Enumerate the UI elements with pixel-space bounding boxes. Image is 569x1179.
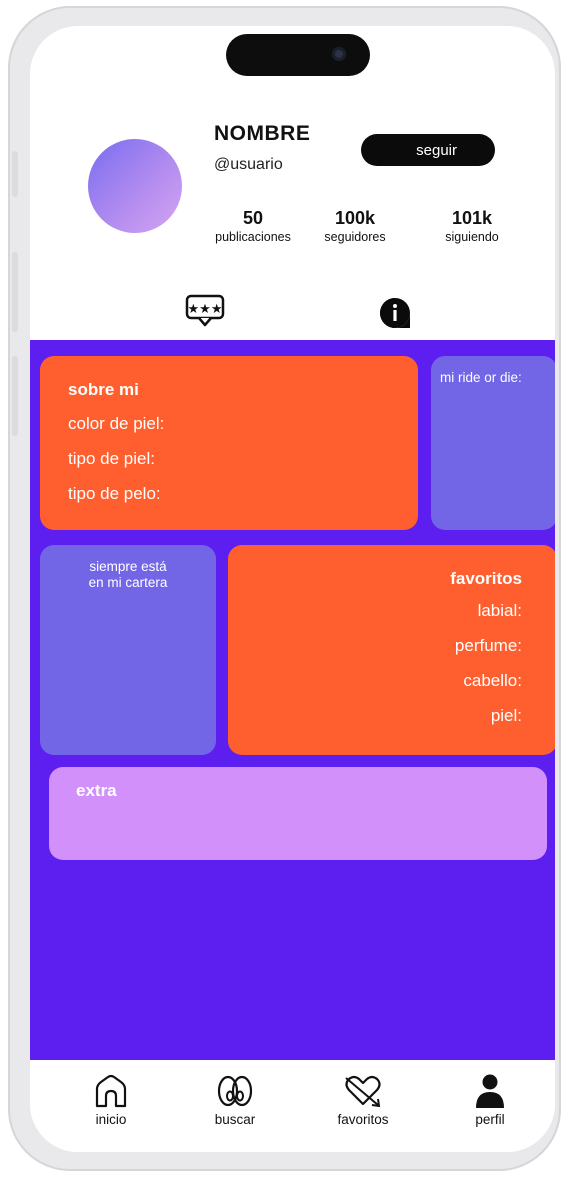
camera-icon xyxy=(332,47,346,61)
volume-down-button xyxy=(12,356,18,436)
favorite-hair-label: cabello: xyxy=(463,671,522,690)
extra-card: extra xyxy=(49,767,547,860)
extra-title: extra xyxy=(76,781,117,800)
purse-title-line2: en mi cartera xyxy=(88,575,168,590)
person-icon xyxy=(476,1074,504,1108)
stat-posts-value: 50 xyxy=(242,208,264,228)
avatar[interactable] xyxy=(88,139,182,233)
favorite-lipstick-label: labial: xyxy=(477,601,522,620)
stat-following[interactable]: 101k siguiendo xyxy=(430,208,514,244)
stat-posts[interactable]: 50 publicaciones xyxy=(198,208,308,244)
mute-switch xyxy=(12,151,18,197)
volume-up-button xyxy=(12,252,18,332)
profile-name: NOMBRE xyxy=(214,122,311,145)
rating-message-icon: ★★★ xyxy=(185,294,225,327)
profile-content: sobre mi color de piel: tipo de piel: ti… xyxy=(30,340,555,1060)
favorite-perfume-label: perfume: xyxy=(454,636,522,655)
purse-card: siempre está en mi cartera xyxy=(40,545,216,755)
ride-or-die-card: mi ride or die: xyxy=(431,356,555,530)
hair-type-label: tipo de pelo: xyxy=(68,484,161,503)
phone-frame: NOMBRE @usuario seguir 50 publicaciones … xyxy=(8,6,561,1171)
nav-profile-label: perfil xyxy=(475,1112,505,1127)
stat-followers-label: seguidores xyxy=(324,230,386,244)
heart-arrow-icon xyxy=(345,1075,381,1108)
nav-search[interactable]: buscar xyxy=(190,1074,280,1127)
about-card: sobre mi color de piel: tipo de piel: ti… xyxy=(40,356,418,530)
about-title: sobre mi xyxy=(68,380,139,399)
favorites-title: favoritos xyxy=(450,569,522,588)
favorite-skin-label: piel: xyxy=(490,706,522,725)
stat-followers[interactable]: 100k seguidores xyxy=(310,208,400,244)
tab-reviews[interactable]: ★★★ xyxy=(185,294,225,333)
screen: NOMBRE @usuario seguir 50 publicaciones … xyxy=(30,26,555,1152)
favorites-card: favoritos labial: perfume: cabello: piel… xyxy=(228,545,555,755)
info-icon xyxy=(380,298,410,328)
ride-or-die-title: mi ride or die: xyxy=(440,370,522,385)
nav-profile[interactable]: perfil xyxy=(445,1074,535,1127)
nav-home-label: inicio xyxy=(95,1112,127,1127)
dynamic-island xyxy=(226,34,370,76)
stat-following-value: 101k xyxy=(451,208,493,228)
nav-favorites-label: favoritos xyxy=(337,1112,389,1127)
nav-home[interactable]: inicio xyxy=(66,1074,156,1127)
svg-text:★★★: ★★★ xyxy=(188,302,223,317)
follow-button[interactable]: seguir xyxy=(361,134,495,166)
stat-followers-value: 100k xyxy=(334,208,376,228)
bottom-nav: inicio buscar favoritos perfil xyxy=(30,1060,555,1152)
nav-favorites[interactable]: favoritos xyxy=(318,1074,408,1127)
profile-handle: @usuario xyxy=(214,156,283,173)
tab-info[interactable] xyxy=(378,296,412,335)
home-icon xyxy=(95,1074,127,1108)
purse-title-line1: siempre está xyxy=(89,559,167,574)
skin-type-label: tipo de piel: xyxy=(68,449,155,468)
stat-following-label: siguiendo xyxy=(445,230,499,244)
skin-color-label: color de piel: xyxy=(68,414,165,433)
stat-posts-label: publicaciones xyxy=(215,230,291,244)
eyes-icon xyxy=(217,1075,253,1107)
nav-search-label: buscar xyxy=(214,1112,256,1127)
